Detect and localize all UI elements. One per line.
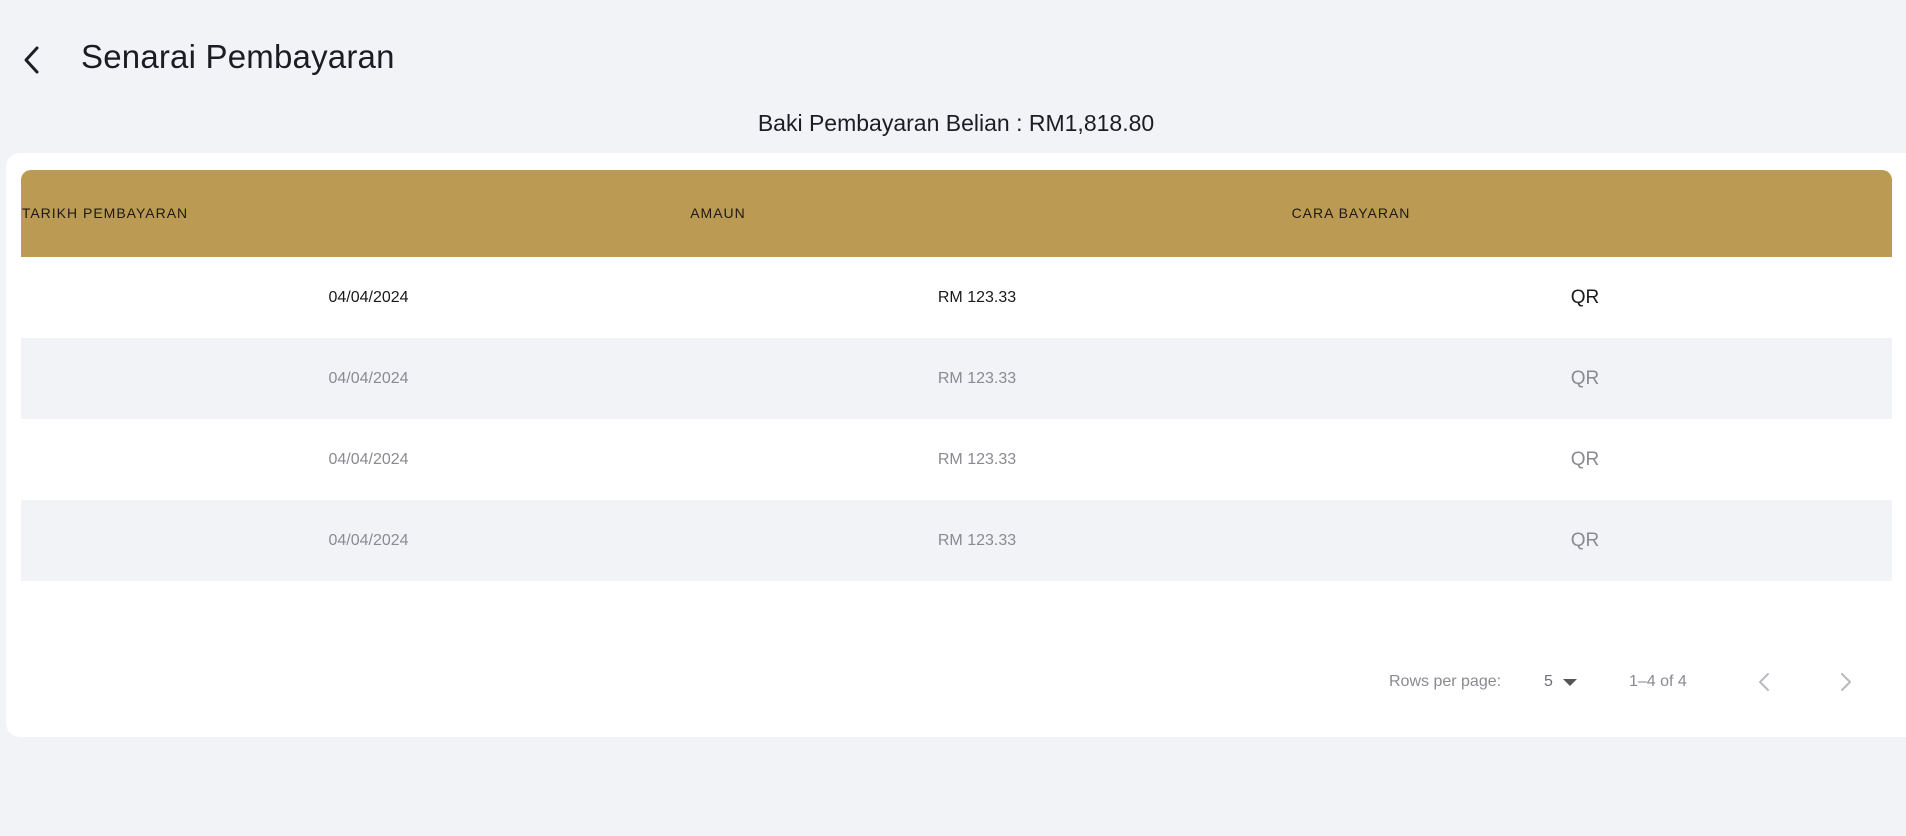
payment-date: 04/04/2024 (328, 288, 409, 306)
previous-page-button[interactable] (1749, 667, 1779, 697)
table-row[interactable]: 04/04/2024 RM 123.33 QR (21, 257, 1892, 338)
next-page-button[interactable] (1831, 667, 1861, 697)
page-header: Senarai Pembayaran (0, 0, 1906, 110)
page-title: Senarai Pembayaran (81, 38, 395, 75)
chevron-left-icon (1759, 673, 1769, 691)
rows-per-page-label: Rows per page: (1389, 673, 1502, 690)
payment-method: QR (1570, 448, 1600, 470)
payment-date: 04/04/2024 (328, 369, 409, 387)
table-row[interactable]: 04/04/2024 RM 123.33 QR (21, 419, 1892, 500)
chevron-right-icon (1841, 673, 1851, 691)
rows-per-page-select[interactable]: 5 (1544, 673, 1577, 691)
table-pagination: Rows per page: 5 1–4 of 4 (6, 663, 1906, 703)
payment-amount: RM 123.33 (937, 450, 1017, 468)
balance-summary: Baki Pembayaran Belian : RM1,818.80 (757, 110, 1155, 136)
pagination-range: 1–4 of 4 (1629, 673, 1687, 690)
caret-down-icon (1562, 678, 1577, 686)
column-header-date[interactable]: TARIKH PEMBAYARAN (21, 170, 189, 257)
payment-date: 04/04/2024 (328, 450, 409, 468)
payment-amount: RM 123.33 (937, 369, 1017, 387)
chevron-left-icon (24, 46, 39, 74)
column-header-amount[interactable]: AMAUN (448, 170, 988, 257)
table-header: TARIKH PEMBAYARAN AMAUN CARA BAYARAN (21, 170, 1892, 257)
payment-amount: RM 123.33 (937, 288, 1017, 306)
payments-table: TARIKH PEMBAYARAN AMAUN CARA BAYARAN 04/… (21, 170, 1892, 581)
rows-per-page-value: 5 (1544, 673, 1553, 690)
column-header-payment-method[interactable]: CARA BAYARAN (1081, 170, 1621, 257)
payment-amount: RM 123.33 (937, 531, 1017, 549)
payment-method: QR (1570, 286, 1600, 308)
back-button[interactable] (16, 40, 48, 80)
payment-date: 04/04/2024 (328, 531, 409, 549)
table-row[interactable]: 04/04/2024 RM 123.33 QR (21, 338, 1892, 419)
table-row[interactable]: 04/04/2024 RM 123.33 QR (21, 500, 1892, 581)
payment-method: QR (1570, 367, 1600, 389)
payments-card: TARIKH PEMBAYARAN AMAUN CARA BAYARAN 04/… (6, 153, 1906, 737)
payment-method: QR (1570, 529, 1600, 551)
